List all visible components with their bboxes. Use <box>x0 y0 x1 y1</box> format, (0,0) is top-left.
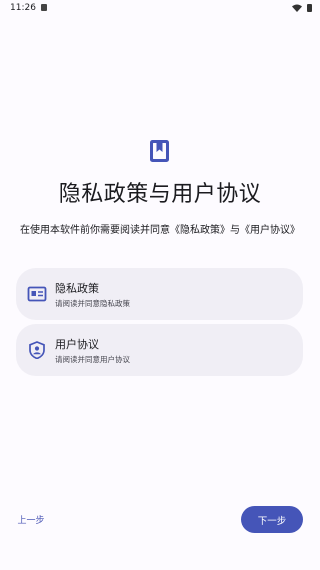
book-bookmark-icon <box>150 140 169 162</box>
privacy-policy-description: 请阅读并同意隐私政策 <box>55 299 130 308</box>
status-bar: 11:26 <box>0 0 320 16</box>
privacy-policy-title: 隐私政策 <box>55 282 99 295</box>
notification-icon <box>41 4 47 11</box>
shield-user-icon <box>29 341 45 359</box>
previous-step-button[interactable]: 上一步 <box>10 508 52 530</box>
page-subtitle: 在使用本软件前你需要阅读并同意《隐私政策》与《用户协议》 <box>20 225 300 236</box>
user-agreement-title: 用户协议 <box>55 338 99 351</box>
privacy-policy-card[interactable]: 隐私政策 请阅读并同意隐私政策 <box>16 268 303 320</box>
wifi-icon <box>292 4 302 12</box>
page-title: 隐私政策与用户协议 <box>58 182 262 207</box>
id-card-icon <box>27 286 47 302</box>
user-agreement-description: 请阅读并同意用户协议 <box>55 355 130 364</box>
next-step-button[interactable]: 下一步 <box>241 506 303 533</box>
user-agreement-card[interactable]: 用户协议 请阅读并同意用户协议 <box>16 324 303 376</box>
status-time: 11:26 <box>10 3 36 13</box>
battery-icon <box>307 4 312 12</box>
